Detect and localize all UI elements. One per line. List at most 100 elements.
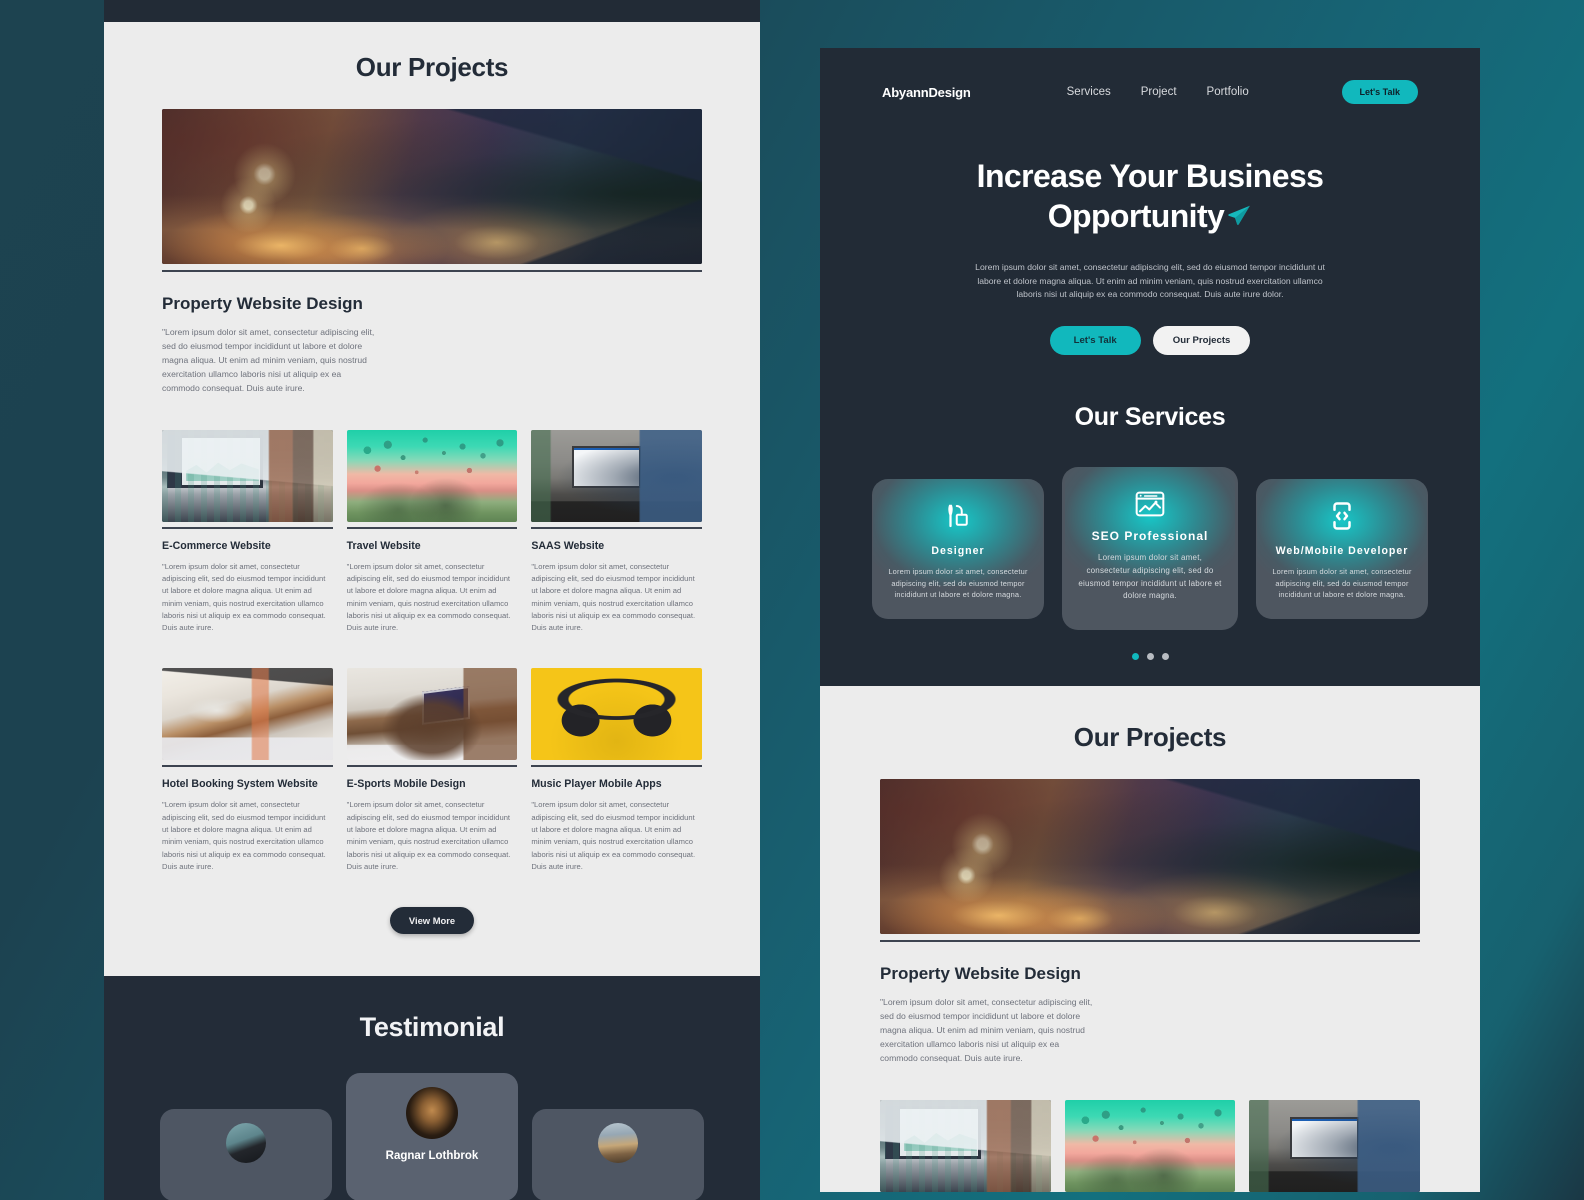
pen-and-shape-icon (888, 501, 1028, 531)
paper-plane-icon (1226, 198, 1252, 238)
featured-project-image[interactable] (162, 109, 702, 264)
project-thumbnail[interactable] (346, 668, 518, 761)
testimonial-title: Testimonial (359, 1012, 505, 1043)
navbar: AbyannDesign Services Project Portfolio … (820, 48, 1480, 104)
project-card-title: Music Player Mobile Apps (531, 778, 662, 791)
hero-paragraph: Lorem ipsum dolor sit amet, consectetur … (975, 261, 1325, 300)
house-photo (880, 779, 1420, 935)
project-card-body: "Lorem ipsum dolor sit amet, consectetur… (346, 800, 511, 871)
divider (346, 765, 518, 768)
man-at-imac-photo (1249, 1100, 1421, 1192)
view-more-container: View More (162, 907, 702, 935)
right-panel-projects-section: Our Projects Property Website Design "Lo… (820, 686, 1480, 1192)
brand-logo[interactable]: AbyannDesign (882, 85, 971, 100)
project-thumb-row (880, 1100, 1421, 1192)
divider (162, 765, 333, 768)
hero-our-projects-button[interactable]: Our Projects (1152, 326, 1251, 356)
hero: Increase Your Business Opportunity Lorem… (820, 104, 1480, 356)
divider (531, 765, 703, 768)
laptop-on-bed-tray-photo (346, 668, 518, 761)
hero-heading-line1: Increase Your Business (976, 158, 1324, 194)
project-thumbnail[interactable] (880, 1100, 1051, 1192)
page-title-our-projects: Our Projects (355, 52, 509, 82)
testimonial-card-active[interactable]: Ragnar Lothbrok (346, 1073, 518, 1200)
service-card-designer[interactable]: Designer Lorem ipsum dolor sit amet, con… (872, 478, 1044, 619)
featured-project-body: "Lorem ipsum dolor sit amet, consectetur… (162, 327, 375, 393)
featured-project-image[interactable] (880, 779, 1420, 935)
project-card-title: E-Sports Mobile Design (346, 778, 466, 791)
service-card-title: Designer (931, 544, 985, 557)
service-card-seo-professional[interactable]: SEO Professional Lorem ipsum dolor sit a… (1062, 467, 1238, 631)
project-card[interactable]: Music Player Mobile Apps "Lorem ipsum do… (531, 668, 703, 873)
divider (880, 940, 1420, 943)
left-mockup-panel: Our Projects Property Website Design "Lo… (104, 0, 760, 1200)
project-grid-row-2: Hotel Booking System Website "Lorem ipsu… (162, 668, 703, 873)
nav-item-services[interactable]: Services (1067, 86, 1111, 98)
hero-heading-line2: Opportunity (1047, 198, 1225, 235)
nav-item-portfolio[interactable]: Portfolio (1207, 86, 1249, 98)
divider (346, 526, 518, 529)
testimonial-name: Ragnar Lothbrok (385, 1150, 479, 1163)
service-card-web-mobile-developer[interactable]: Web/Mobile Developer Lorem ipsum dolor s… (1256, 478, 1428, 619)
left-panel-top-strip (104, 0, 760, 22)
hero-buttons: Let's Talk Our Projects (820, 326, 1480, 356)
project-thumbnail[interactable] (531, 668, 703, 761)
hero-heading: Increase Your Business Opportunity (935, 156, 1365, 239)
avatar (406, 1087, 458, 1140)
project-card-title: SAAS Website (531, 539, 605, 552)
project-thumbnail[interactable] (1064, 1100, 1236, 1192)
project-card-title: E-Commerce Website (162, 539, 271, 552)
nav-links: Services Project Portfolio (1067, 86, 1249, 98)
service-card-title: SEO Professional (1091, 529, 1209, 544)
nav-item-project[interactable]: Project (1141, 86, 1177, 98)
view-more-button[interactable]: View More (389, 907, 475, 935)
featured-project-title: Property Website Design (880, 964, 1081, 984)
project-thumbnail[interactable] (346, 429, 518, 522)
project-card[interactable] (1249, 1100, 1421, 1192)
projects-title: Our Projects (1073, 722, 1227, 753)
divider (531, 526, 703, 529)
carousel-dot-3[interactable] (1161, 653, 1169, 661)
left-panel-projects-section: Our Projects Property Website Design "Lo… (104, 22, 760, 977)
avatar (598, 1123, 638, 1164)
carousel-dots (820, 653, 1480, 661)
project-card[interactable] (1064, 1100, 1236, 1192)
project-card[interactable]: E-Commerce Website "Lorem ipsum dolor si… (162, 429, 333, 635)
featured-project-body: "Lorem ipsum dolor sit amet, consectetur… (880, 997, 1093, 1064)
man-at-imac-photo (531, 429, 703, 522)
testimonial-card[interactable] (532, 1109, 704, 1200)
right-mockup-panel: AbyannDesign Services Project Portfolio … (820, 48, 1480, 1200)
browser-chart-icon (1078, 489, 1222, 519)
project-thumbnail[interactable] (162, 429, 333, 522)
divider (162, 270, 702, 272)
project-grid-row-1: E-Commerce Website "Lorem ipsum dolor si… (162, 429, 703, 635)
right-panel-hero-section: AbyannDesign Services Project Portfolio … (820, 48, 1480, 687)
project-thumbnail[interactable] (1249, 1100, 1421, 1192)
project-card[interactable] (880, 1100, 1051, 1192)
mobile-code-icon (1272, 501, 1412, 531)
laptop-dashboard-photo (162, 429, 333, 522)
project-card-title: Hotel Booking System Website (162, 778, 318, 791)
laptop-dashboard-photo (880, 1100, 1051, 1192)
project-card-body: "Lorem ipsum dolor sit amet, consectetur… (346, 561, 511, 633)
project-card[interactable]: Travel Website "Lorem ipsum dolor sit am… (346, 429, 518, 635)
service-card-desc: Lorem ipsum dolor sit amet, consectetur … (888, 566, 1028, 600)
project-card-body: "Lorem ipsum dolor sit amet, consectetur… (531, 800, 696, 871)
project-thumbnail[interactable] (162, 668, 333, 761)
hero-lets-talk-button[interactable]: Let's Talk (1049, 326, 1141, 356)
project-card-title: Travel Website (346, 539, 421, 552)
project-card[interactable]: E-Sports Mobile Design "Lorem ipsum dolo… (346, 668, 518, 873)
services-row: Designer Lorem ipsum dolor sit amet, con… (820, 466, 1480, 631)
testimonial-card[interactable] (160, 1109, 332, 1200)
project-card[interactable]: SAAS Website "Lorem ipsum dolor sit amet… (531, 429, 703, 635)
project-card-body: "Lorem ipsum dolor sit amet, consectetur… (162, 561, 326, 633)
nav-lets-talk-button[interactable]: Let's Talk (1341, 80, 1418, 104)
left-panel-testimonial-section: Testimonial Ragnar Lothbrok (104, 976, 760, 1200)
project-card[interactable]: Hotel Booking System Website "Lorem ipsu… (162, 668, 333, 873)
carousel-dot-2[interactable] (1146, 653, 1154, 661)
hot-air-balloons-photo (1064, 1100, 1236, 1192)
project-thumbnail[interactable] (531, 429, 703, 522)
carousel-dot-1[interactable] (1131, 653, 1139, 661)
services-title: Our Services (1074, 403, 1226, 432)
divider (162, 526, 333, 529)
